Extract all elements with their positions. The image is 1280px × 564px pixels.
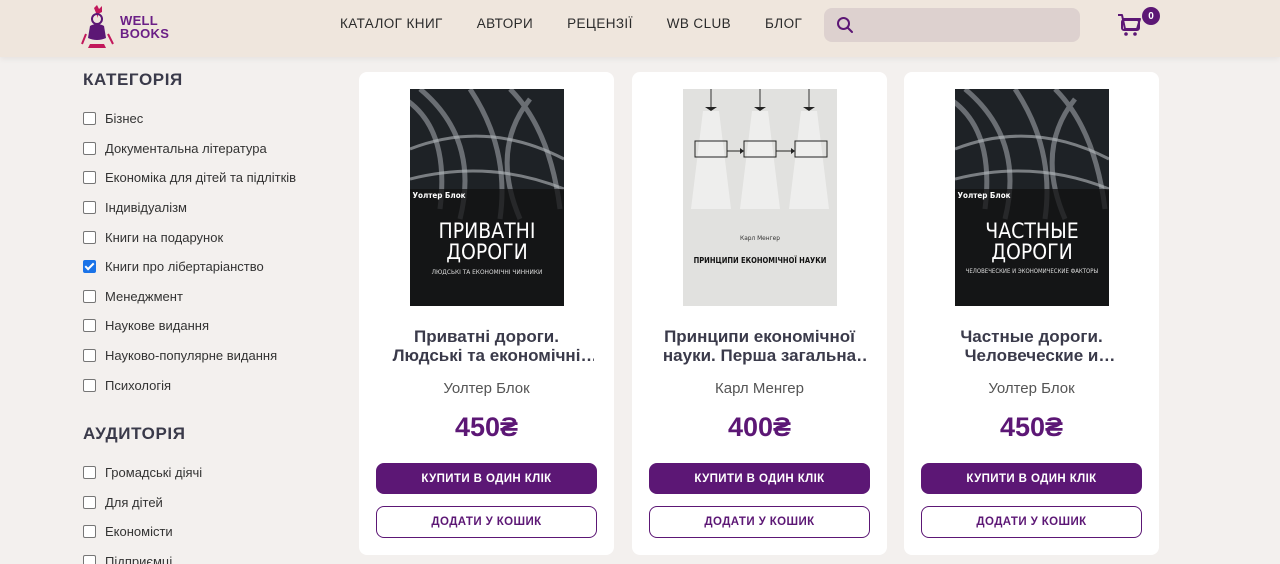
buy-one-click-button[interactable]: КУПИТИ В ОДИН КЛІК xyxy=(921,463,1142,494)
logo[interactable]: WELL BOOKS xyxy=(80,4,180,50)
checkbox[interactable] xyxy=(83,555,96,564)
book-cover[interactable]: Уолтер Блок ЧАСТНЫЕ ДОРОГИ ЧЕЛОВЕЧЕСКИЕ … xyxy=(955,89,1109,306)
site-header: WELL BOOKS КАТАЛОГ КНИГ АВТОРИ РЕЦЕНЗІЇ … xyxy=(0,0,1280,57)
category-filter-label[interactable]: Книги про лібертаріанство xyxy=(105,259,264,274)
checkbox[interactable] xyxy=(83,349,96,363)
category-filter-item[interactable]: Індивідуалізм xyxy=(83,193,333,223)
checkbox[interactable] xyxy=(83,525,96,539)
product-card[interactable]: Уолтер Блок ЧАСТНЫЕ ДОРОГИ ЧЕЛОВЕЧЕСКИЕ … xyxy=(904,72,1159,555)
audience-filter-label[interactable]: Громадські діячі xyxy=(105,465,202,480)
checkbox[interactable] xyxy=(83,466,96,480)
logo-knight-icon xyxy=(81,5,114,48)
audience-filter-label[interactable]: Для дітей xyxy=(105,495,163,510)
add-to-cart-button[interactable]: ДОДАТИ У КОШИК xyxy=(649,506,870,538)
category-list: Бізнес Документальна література Економіка … xyxy=(83,104,333,400)
nav-authors[interactable]: АВТОРИ xyxy=(477,16,533,31)
category-filter-label[interactable]: Менеджмент xyxy=(105,289,183,304)
product-price: 400₴ xyxy=(727,412,792,442)
nav-catalog[interactable]: КАТАЛОГ КНИГ xyxy=(340,16,443,31)
filters-sidebar: КАТЕГОРІЯ Бізнес Документальна література… xyxy=(83,70,333,564)
category-filter-label[interactable]: Книги на подарунок xyxy=(105,230,223,245)
cover-author: Уолтер Блок xyxy=(412,191,466,200)
category-filter-item[interactable]: Психологія xyxy=(83,370,333,400)
product-title[interactable]: Приватні дороги. Людські та економічні ч… xyxy=(379,327,594,365)
checkbox[interactable] xyxy=(83,171,96,185)
logo-text: WELL BOOKS xyxy=(120,13,170,41)
audience-list: Громадські діячі Для дітей Економісти Підпр… xyxy=(83,458,333,564)
book-cover[interactable]: Карл Менгер ПРИНЦИПИ ЕКОНОМІЧНОЇ НАУКИ xyxy=(683,89,837,306)
category-filter-item[interactable]: Книги про лібертаріанство xyxy=(83,252,333,282)
cover-subtitle: ЧЕЛОВЕЧЕСКИЕ И ЭКОНОМИЧЕСКИЕ ФАКТОРЫ xyxy=(965,268,1099,275)
product-title[interactable]: Принципи економічної науки. Перша загаль… xyxy=(652,327,867,365)
product-price: 450₴ xyxy=(999,412,1064,442)
buy-one-click-button[interactable]: КУПИТИ В ОДИН КЛІК xyxy=(376,463,597,494)
checkbox-checked[interactable] xyxy=(83,260,96,274)
category-filter-item[interactable]: Документальна література xyxy=(83,134,333,164)
category-filter-item[interactable]: Менеджмент xyxy=(83,282,333,312)
main-nav: КАТАЛОГ КНИГ АВТОРИ РЕЦЕНЗІЇ WB CLUB БЛО… xyxy=(340,16,836,31)
category-filter-item[interactable]: Бізнес xyxy=(83,104,333,134)
checkbox[interactable] xyxy=(83,319,96,333)
search-icon[interactable] xyxy=(836,16,854,34)
audience-title: АУДИТОРІЯ xyxy=(83,423,186,443)
nav-blog[interactable]: БЛОГ xyxy=(765,16,802,31)
category-filter-label[interactable]: Наукове видання xyxy=(105,318,209,333)
audience-filter-item[interactable]: Для дітей xyxy=(83,488,333,518)
audience-filter-label[interactable]: Економісти xyxy=(105,524,173,539)
cover-subtitle: ЛЮДСЬКІ ТА ЕКОНОМІЧНІ ЧИННИКИ xyxy=(431,268,543,276)
product-author[interactable]: Уолтер Блок xyxy=(904,380,1159,397)
cart-icon[interactable] xyxy=(1116,12,1142,38)
nav-wb-club[interactable]: WB CLUB xyxy=(667,16,731,31)
nav-reviews[interactable]: РЕЦЕНЗІЇ xyxy=(567,16,633,31)
category-filter-label[interactable]: Економіка для дітей та підлітків xyxy=(105,170,296,185)
checkbox[interactable] xyxy=(83,378,96,392)
add-to-cart-button[interactable]: ДОДАТИ У КОШИК xyxy=(921,506,1142,538)
cart-count-badge: 0 xyxy=(1142,7,1160,25)
cover-title: ПРИНЦИПИ ЕКОНОМІЧНОЇ НАУКИ xyxy=(693,256,827,265)
product-card[interactable]: Уолтер Блок ПРИВАТНІ ДОРОГИ ЛЮДСЬКІ ТА Е… xyxy=(359,72,614,555)
category-filter-item[interactable]: Книги на подарунок xyxy=(83,222,333,252)
audience-filter-item[interactable]: Громадські діячі xyxy=(83,458,333,488)
category-filter-item[interactable]: Науково-популярне видання xyxy=(83,341,333,371)
product-author[interactable]: Карл Менгер xyxy=(632,380,887,397)
audience-filter-item[interactable]: Економісти xyxy=(83,517,333,547)
product-author[interactable]: Уолтер Блок xyxy=(359,380,614,397)
checkbox[interactable] xyxy=(83,201,96,215)
cover-title-line1: ПРИВАТНІ xyxy=(438,219,536,243)
category-filter-label[interactable]: Документальна література xyxy=(105,141,267,156)
category-filter-label[interactable]: Науково-популярне видання xyxy=(105,348,277,363)
cover-author: Уолтер Блок xyxy=(957,191,1011,200)
category-filter-label[interactable]: Бізнес xyxy=(105,111,143,126)
category-filter-label[interactable]: Психологія xyxy=(105,378,171,393)
checkbox[interactable] xyxy=(83,112,96,126)
cover-author: Карл Менгер xyxy=(740,234,780,242)
checkbox[interactable] xyxy=(83,495,96,509)
book-cover-image xyxy=(683,89,837,306)
product-price: 450₴ xyxy=(454,412,519,442)
audience-filter-label[interactable]: Підприємці xyxy=(105,554,172,564)
audience-filter-item[interactable]: Підприємці xyxy=(83,547,333,564)
product-title[interactable]: Частные дороги. Человеческие и экономиче… xyxy=(924,327,1139,365)
category-filter-item[interactable]: Економіка для дітей та підлітків xyxy=(83,163,333,193)
checkbox[interactable] xyxy=(83,289,96,303)
category-title: КАТЕГОРІЯ xyxy=(83,70,183,89)
cover-title-line2: ДОРОГИ xyxy=(446,240,528,264)
checkbox[interactable] xyxy=(83,141,96,155)
add-to-cart-button[interactable]: ДОДАТИ У КОШИК xyxy=(376,506,597,538)
search-box[interactable] xyxy=(824,8,1080,42)
search-input[interactable] xyxy=(862,17,1072,33)
category-filter-label[interactable]: Індивідуалізм xyxy=(105,200,187,215)
category-filter-item[interactable]: Наукове видання xyxy=(83,311,333,341)
buy-one-click-button[interactable]: КУПИТИ В ОДИН КЛІК xyxy=(649,463,870,494)
checkbox[interactable] xyxy=(83,230,96,244)
cover-title-line2: ДОРОГИ xyxy=(991,240,1073,264)
book-cover[interactable]: Уолтер Блок ПРИВАТНІ ДОРОГИ ЛЮДСЬКІ ТА Е… xyxy=(410,89,564,306)
cover-title-line1: ЧАСТНЫЕ xyxy=(985,219,1079,243)
product-card[interactable]: Карл Менгер ПРИНЦИПИ ЕКОНОМІЧНОЇ НАУКИ П… xyxy=(632,72,887,555)
